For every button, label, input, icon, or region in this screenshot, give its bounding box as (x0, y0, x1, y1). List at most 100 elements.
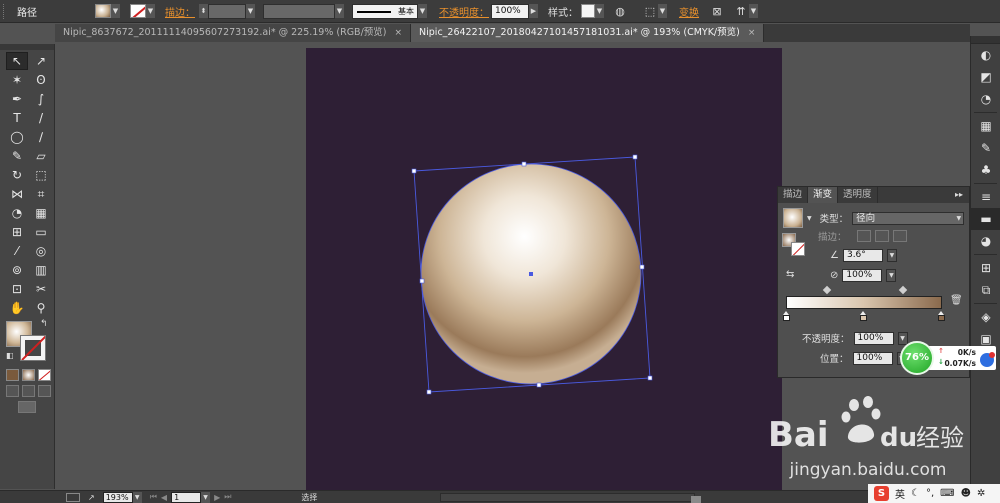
accelerator-badge-icon[interactable] (980, 352, 995, 367)
horizontal-scrollbar[interactable] (440, 493, 701, 503)
stroke-weight-dropdown[interactable]: ▼ (246, 4, 255, 18)
stroke-across-icon[interactable] (892, 230, 907, 242)
color-guide-icon[interactable]: ◩ (971, 66, 1000, 88)
fill-color-swatch[interactable] (95, 4, 111, 18)
brush-definition[interactable]: 基本 (352, 3, 418, 19)
selection-tool[interactable]: ↖ (6, 52, 28, 70)
gradient-stop-white[interactable] (783, 311, 790, 321)
tab-gradient[interactable]: 渐变 (808, 187, 839, 203)
perspective-grid-tool[interactable]: ▦ (30, 204, 52, 222)
rotate-tool[interactable]: ↻ (6, 166, 28, 184)
paintbrush-tool[interactable]: ∕ (30, 128, 52, 146)
last-artboard-icon[interactable]: ⏭ (224, 492, 231, 502)
ellipse-tool[interactable]: ◯ (6, 128, 28, 146)
pencil-tool[interactable]: ✎ (6, 147, 28, 165)
graphic-style-swatch[interactable] (581, 4, 595, 18)
opacity-field[interactable]: 100% (491, 3, 529, 19)
stroke-within-icon[interactable] (856, 230, 871, 242)
tab-document-2[interactable]: Nipic_26422107_20180427101457181031.ai* … (411, 24, 765, 42)
eyedropper-tool[interactable]: ⁄ (6, 242, 28, 260)
artboard-number-field[interactable]: 1 (171, 491, 202, 503)
zoom-field[interactable]: 193% (102, 491, 133, 503)
draw-behind-icon[interactable] (22, 385, 35, 397)
gradient-stop-mid[interactable] (860, 311, 867, 321)
gradient-midpoint-2[interactable] (898, 285, 908, 295)
gradient-mode-icon[interactable] (22, 369, 35, 381)
stop-opacity-field[interactable]: 100% (853, 331, 894, 345)
color-panel-icon[interactable]: ◐ (971, 44, 1000, 66)
keyboard-icon[interactable]: ⌨ (940, 488, 954, 499)
isolate-group-icon[interactable]: ⊠ (709, 3, 725, 19)
control-bar-grip[interactable] (3, 3, 7, 19)
swap-fill-stroke-icon[interactable]: ↰ (40, 319, 48, 329)
next-artboard-icon[interactable]: ▶ (214, 493, 220, 502)
artboard-tool[interactable]: ⊡ (6, 280, 28, 298)
gradient-tool[interactable]: ▭ (30, 223, 52, 241)
lasso-tool[interactable]: ʘ (30, 71, 52, 89)
punctuation-icon[interactable]: °, (926, 488, 934, 499)
brush-dropdown[interactable]: ▼ (418, 4, 427, 18)
preview-dropdown-icon[interactable]: ▼ (807, 215, 812, 222)
draw-normal-icon[interactable] (6, 385, 19, 397)
zoom-tool[interactable]: ⚲ (30, 299, 52, 317)
reverse-gradient-icon[interactable]: ⇆ (786, 269, 794, 280)
opacity-dropdown[interactable]: ▶ (529, 4, 538, 18)
align-options-icon[interactable]: ⬚ (642, 3, 658, 19)
settings-icon[interactable]: ✲ (977, 488, 985, 499)
curvature-tool[interactable]: ∫ (30, 90, 52, 108)
blend-tool[interactable]: ◎ (30, 242, 52, 260)
shape-builder-tool[interactable]: ◔ (6, 204, 28, 222)
angle-dropdown[interactable]: ▼ (886, 249, 897, 262)
aspect-ratio-field[interactable]: 100% (842, 269, 883, 282)
hand-tool[interactable]: ✋ (6, 299, 28, 317)
none-mode-icon[interactable] (38, 369, 51, 381)
gradient-stop-dark[interactable] (938, 311, 945, 321)
layers-panel-icon[interactable]: ◈ (971, 306, 1000, 328)
dock-grip[interactable] (971, 36, 1000, 44)
network-speed-widget[interactable]: ↑ 0K/s ↓ 0.07K/s 76% (900, 341, 998, 375)
stroke-weight-stepper[interactable]: ⬍ (199, 4, 208, 18)
gradient-fill-preview[interactable] (783, 208, 803, 228)
brushes-panel-icon[interactable]: ✎ (971, 137, 1000, 159)
screen-mode-icon[interactable] (18, 401, 36, 413)
transparency-panel-icon[interactable]: ◕ (971, 230, 1000, 252)
tab-transparency[interactable]: 透明度 (838, 187, 878, 203)
gradient-panel-icon[interactable]: ▬ (971, 208, 1000, 230)
align-dropdown[interactable]: ▼ (658, 4, 667, 18)
aspect-ratio-dropdown[interactable]: ▼ (886, 269, 897, 282)
delete-stop-icon[interactable]: 🗑 (950, 295, 963, 306)
tab-document-1[interactable]: Nipic_8637672_20111114095607273192.ai* @… (55, 24, 412, 42)
stroke-color-swatch[interactable] (130, 4, 146, 18)
variable-width-profile[interactable] (263, 3, 335, 19)
first-artboard-icon[interactable]: ⏮ (150, 492, 157, 502)
tab-stroke[interactable]: 描边 (778, 187, 809, 203)
artboard-dropdown[interactable]: ▼ (201, 491, 211, 503)
sogou-input-icon[interactable]: S (874, 486, 889, 501)
transform-panel-icon[interactable]: ⊞ (971, 257, 1000, 279)
width-tool[interactable]: ⋈ (6, 185, 28, 203)
transform-link[interactable]: 变换 (679, 4, 699, 19)
artboard-nav-icon[interactable] (66, 492, 80, 502)
color-mode-icon[interactable] (6, 369, 19, 381)
mini-stroke-swatch[interactable] (791, 242, 805, 256)
stroke-swatch[interactable] (20, 335, 46, 361)
stroke-dropdown-arrow[interactable]: ▼ (146, 4, 155, 18)
prev-artboard-icon[interactable]: ◀ (161, 493, 167, 502)
swatches-panel-icon[interactable]: ▦ (971, 115, 1000, 137)
ime-language-label[interactable]: 英 (895, 486, 905, 501)
symbols-panel-icon[interactable]: ♣ (971, 159, 1000, 181)
stroke-weight-field[interactable] (208, 3, 246, 19)
fill-dropdown-arrow[interactable]: ▼ (111, 4, 120, 18)
default-fill-stroke-icon[interactable]: ◧ (6, 351, 14, 360)
direct-selection-tool[interactable]: ↗ (30, 52, 52, 70)
pathfinder-panel-icon[interactable]: ⧉ (971, 279, 1000, 301)
line-segment-tool[interactable]: / (30, 109, 52, 127)
appearance-panel-icon[interactable]: ◔ (971, 88, 1000, 110)
user-icon[interactable]: ☻ (961, 488, 971, 499)
type-tool[interactable]: T (6, 109, 28, 127)
close-icon[interactable]: × (394, 24, 402, 42)
arrange-icon[interactable]: ⇈ (733, 3, 749, 19)
scrollbar-thumb[interactable] (691, 496, 701, 503)
stroke-link[interactable]: 描边： (165, 4, 195, 19)
recolor-artwork-icon[interactable]: ◍ (612, 3, 628, 19)
